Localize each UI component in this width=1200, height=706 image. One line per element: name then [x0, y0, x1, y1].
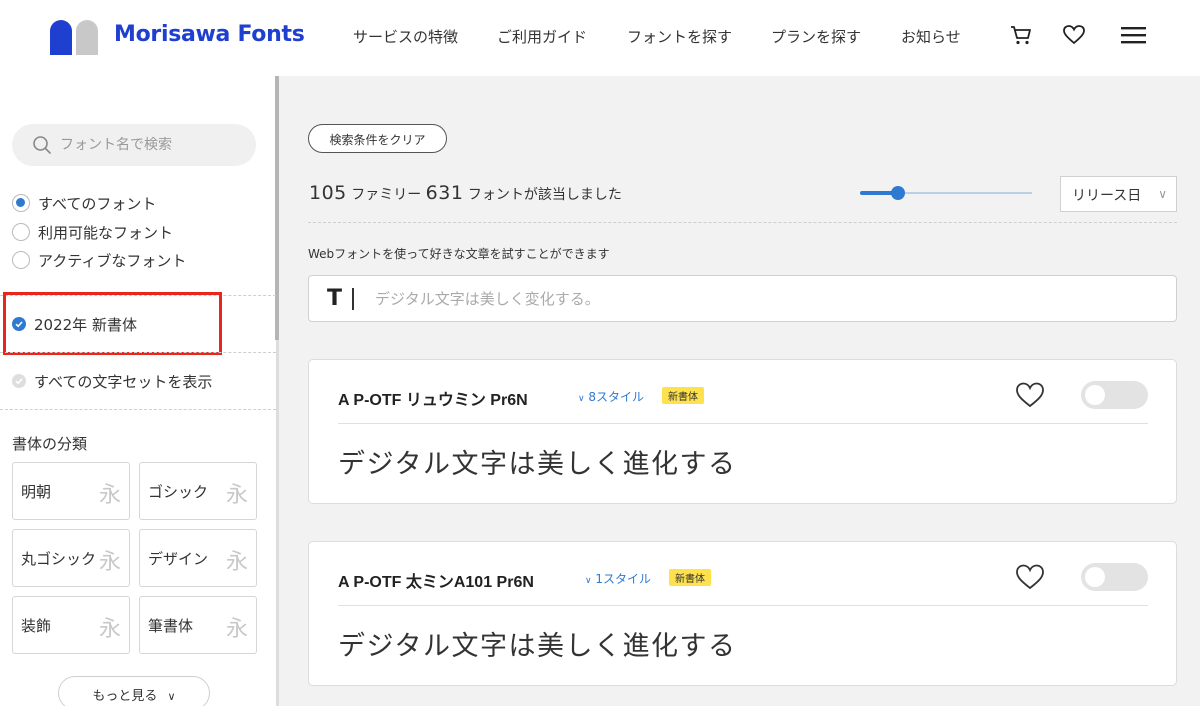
hamburger-menu-icon[interactable] — [1120, 22, 1147, 48]
divider — [308, 222, 1177, 223]
radio-all-fonts[interactable]: すべてのフォント — [12, 192, 156, 214]
category-label: デザイン — [148, 550, 209, 568]
search-icon — [33, 136, 51, 154]
family-count: 105 — [309, 182, 347, 204]
font-sample-text: デジタル文字は美しく進化する — [338, 449, 737, 480]
radio-unselected-icon[interactable] — [12, 223, 30, 241]
cart-icon[interactable] — [1008, 22, 1034, 48]
category-sample-glyph: 永 — [98, 483, 121, 508]
style-count-toggle[interactable]: ∨ 1スタイル — [585, 570, 651, 587]
divider — [0, 352, 276, 353]
category-sample-glyph: 永 — [225, 483, 248, 508]
radio-unselected-icon[interactable] — [12, 251, 30, 269]
nav-news[interactable]: お知らせ — [901, 26, 961, 47]
radio-available-fonts[interactable]: 利用可能なフォント — [12, 221, 173, 243]
new-font-badge: 新書体 — [669, 569, 711, 586]
filter-show-all-charsets[interactable]: すべての文字セットを表示 — [12, 370, 212, 392]
highlight-annotation-box — [3, 292, 222, 355]
font-sample-text: デジタル文字は美しく進化する — [338, 631, 737, 662]
show-more-button[interactable]: もっと見る ∨ — [58, 676, 210, 706]
heart-icon[interactable] — [1061, 22, 1087, 48]
filter-label: すべての文字セットを表示 — [34, 372, 213, 391]
favorite-heart-icon[interactable] — [1014, 562, 1046, 592]
preview-size-slider[interactable] — [860, 186, 1032, 200]
chevron-down-icon: ∨ — [1158, 187, 1167, 201]
nav-usage-guide[interactable]: ご利用ガイド — [497, 26, 587, 47]
font-name[interactable]: A P-OTF 太ミンA101 Pr6N — [338, 568, 534, 592]
font-count: 631 — [425, 182, 464, 204]
category-design[interactable]: デザイン 永 — [139, 529, 257, 587]
show-more-label: もっと見る — [92, 689, 158, 704]
nav-find-fonts[interactable]: フォントを探す — [627, 26, 732, 47]
category-sample-glyph: 永 — [98, 550, 121, 575]
font-search-input[interactable] — [60, 124, 250, 166]
category-sample-glyph: 永 — [225, 550, 248, 575]
category-mincho[interactable]: 明朝 永 — [12, 462, 130, 520]
check-circle-icon[interactable] — [12, 374, 26, 388]
radio-selected-icon[interactable] — [12, 194, 30, 212]
card-divider — [338, 423, 1148, 424]
classification-title: 書体の分類 — [12, 435, 88, 453]
style-count: 1スタイル — [595, 572, 652, 586]
activate-font-toggle[interactable] — [1081, 563, 1148, 591]
favorite-heart-icon[interactable] — [1014, 380, 1046, 410]
style-count-toggle[interactable]: ∨ 8スタイル — [578, 388, 644, 405]
radio-label: アクティブなフォント — [38, 251, 187, 270]
category-brush[interactable]: 筆書体 永 — [139, 596, 257, 654]
font-search-box[interactable] — [12, 124, 256, 166]
category-label: 装飾 — [21, 617, 52, 635]
radio-label: すべてのフォント — [38, 194, 157, 213]
font-name[interactable]: A P-OTF リュウミン Pr6N — [338, 386, 528, 410]
sort-selected-value: リリース日 — [1072, 188, 1142, 204]
divider — [0, 409, 276, 410]
site-header: Morisawa Fonts サービスの特徴 ご利用ガイド フォントを探す プラ… — [0, 0, 1200, 76]
slider-handle[interactable] — [890, 186, 905, 200]
category-gothic[interactable]: ゴシック 永 — [139, 462, 257, 520]
sample-text-box[interactable]: T — [308, 275, 1177, 322]
font-card[interactable]: A P-OTF 太ミンA101 Pr6N ∨ 1スタイル 新書体 デジタル文字は… — [308, 541, 1177, 686]
chevron-down-icon: ∨ — [578, 394, 585, 404]
text-tool-icon: T — [327, 286, 343, 311]
sample-text-input[interactable] — [375, 276, 1165, 321]
chevron-down-icon: ∨ — [167, 690, 176, 703]
sidebar-scrollbar-thumb[interactable] — [275, 76, 279, 340]
try-text-hint: Webフォントを使って好きな文章を試すことができます — [308, 247, 610, 261]
text-cursor-icon — [352, 288, 354, 310]
font-card[interactable]: A P-OTF リュウミン Pr6N ∨ 8スタイル 新書体 デジタル文字は美し… — [308, 359, 1177, 504]
card-divider — [338, 605, 1148, 606]
category-decorative[interactable]: 装飾 永 — [12, 596, 130, 654]
category-label: ゴシック — [148, 483, 209, 501]
brand-name[interactable]: Morisawa Fonts — [114, 22, 305, 47]
activate-font-toggle[interactable] — [1081, 381, 1148, 409]
category-sample-glyph: 永 — [98, 617, 121, 642]
style-count: 8スタイル — [588, 390, 645, 404]
radio-active-fonts[interactable]: アクティブなフォント — [12, 249, 186, 271]
category-label: 明朝 — [21, 483, 52, 501]
font-count-suffix: フォントが該当しました — [467, 187, 622, 203]
result-count: 105 ファミリー 631 フォントが該当しました — [309, 182, 622, 204]
category-maru-gothic[interactable]: 丸ゴシック 永 — [12, 529, 130, 587]
category-sample-glyph: 永 — [225, 617, 248, 642]
nav-service-features[interactable]: サービスの特徴 — [353, 26, 458, 47]
family-unit: ファミリー — [351, 187, 422, 203]
morisawa-logo-icon[interactable] — [50, 19, 100, 55]
category-label: 丸ゴシック — [21, 550, 97, 568]
clear-search-button[interactable]: 検索条件をクリア — [308, 124, 447, 153]
chevron-down-icon: ∨ — [585, 576, 592, 586]
radio-label: 利用可能なフォント — [38, 223, 174, 242]
nav-find-plans[interactable]: プランを探す — [771, 26, 861, 47]
sort-select[interactable]: リリース日 ∨ — [1060, 176, 1177, 212]
new-font-badge: 新書体 — [662, 387, 704, 404]
category-label: 筆書体 — [148, 617, 194, 635]
